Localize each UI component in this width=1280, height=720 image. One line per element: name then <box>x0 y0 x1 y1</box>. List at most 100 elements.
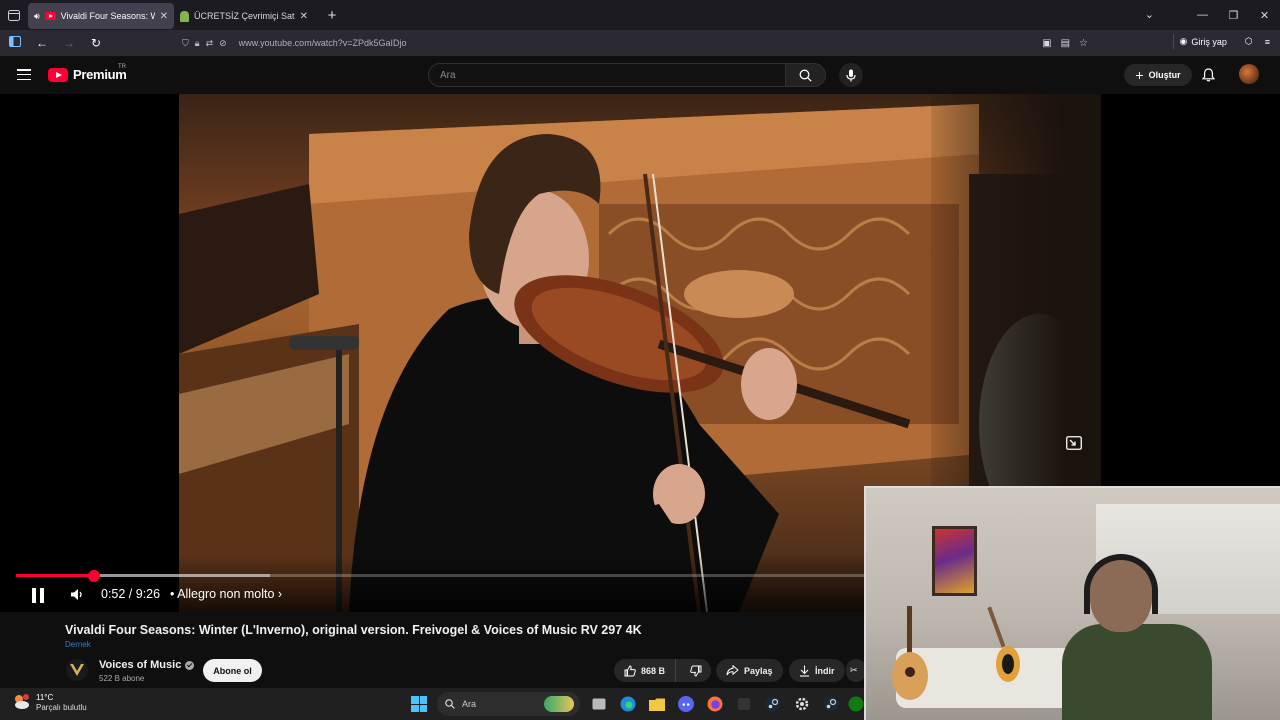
like-dislike-group: 868 B <box>614 659 711 682</box>
thumbs-down-icon <box>690 665 702 677</box>
video-title: Vivaldi Four Seasons: Winter (L'Inverno)… <box>65 623 642 637</box>
windows-taskbar: 11°C Parçalı bulutlu Ara <box>0 688 864 720</box>
channel-avatar[interactable] <box>66 659 88 681</box>
volume-icon[interactable] <box>70 588 84 606</box>
streamer-image <box>1062 554 1212 720</box>
subscriber-count: 522 B abone <box>99 674 145 683</box>
weather-condition: Parçalı bulutlu <box>36 703 87 712</box>
steam-icon-2[interactable] <box>821 694 841 714</box>
hamburger-menu-icon[interactable] <box>17 69 31 81</box>
plus-icon: + <box>1135 67 1144 83</box>
search-highlight-icon <box>544 696 574 712</box>
autoplay-blocked-icon[interactable]: ⊘ <box>219 38 227 49</box>
share-button[interactable]: Paylaş <box>716 659 783 682</box>
chess-favicon-icon <box>180 10 189 22</box>
tab-title: Vivaldi Four Seasons: Winte <box>60 11 155 21</box>
extensions-icon[interactable]: ⬡ <box>1245 36 1253 47</box>
like-button[interactable]: 868 B <box>614 659 676 682</box>
verified-badge-icon <box>185 660 195 670</box>
progress-bar[interactable] <box>16 569 864 582</box>
played-bar <box>16 574 95 577</box>
account-icon: ◉ <box>1179 36 1188 46</box>
steam-icon[interactable] <box>763 694 783 714</box>
search-input[interactable] <box>429 64 785 86</box>
dislike-button[interactable] <box>681 659 711 682</box>
channel-category-badge: Dernek <box>65 640 91 649</box>
webcam-overlay <box>864 486 1280 720</box>
browser-nav-bar: ← → ↻ ⛉ 🔒︎ ⇄ ⊘ www.youtube.com/watch?v=Z… <box>0 30 1280 56</box>
edge-browser-icon[interactable] <box>618 694 638 714</box>
scrubber-handle[interactable] <box>88 569 101 582</box>
firefox-icon[interactable] <box>705 694 725 714</box>
voice-search-button[interactable] <box>839 63 863 87</box>
browser-tab-youtube[interactable]: 🔊︎ Vivaldi Four Seasons: Winte ✕ <box>28 3 174 29</box>
microphone-icon <box>846 69 856 81</box>
clip-button[interactable]: ✂︎ <box>846 659 866 682</box>
sidebar-toggle-icon[interactable] <box>3 36 27 50</box>
lock-icon[interactable]: 🔒︎ <box>195 38 200 49</box>
notifications-bell-icon[interactable] <box>1201 68 1216 87</box>
taskbar-search[interactable]: Ara <box>437 692 580 716</box>
webcam-poster <box>932 526 977 596</box>
sign-in-button[interactable]: ◉ Giriş yap <box>1172 34 1233 49</box>
reload-icon[interactable]: ↻ <box>84 36 108 50</box>
search-box[interactable] <box>428 63 786 87</box>
weather-temperature: 11°C <box>36 693 54 702</box>
create-button[interactable]: + Oluştur <box>1124 64 1192 86</box>
chapter-title[interactable]: • Allegro non molto › <box>170 587 282 601</box>
file-explorer-icon[interactable] <box>647 694 667 714</box>
acoustic-guitar-image <box>892 606 928 700</box>
youtube-favicon-icon <box>44 12 56 20</box>
channel-name[interactable]: Voices of Music <box>99 659 195 671</box>
weather-widget[interactable]: 11°C Parçalı bulutlu <box>12 693 87 713</box>
bookmark-star-icon[interactable]: ☆ <box>1079 38 1088 49</box>
channel-name-text[interactable]: Voices of Music <box>99 659 181 671</box>
permissions-icon[interactable]: ⇄ <box>206 38 214 49</box>
tab-audio-icon[interactable]: 🔊︎ <box>34 11 40 22</box>
sign-in-label: Giriş yap <box>1191 36 1227 47</box>
pause-icon[interactable] <box>32 588 46 603</box>
url-text[interactable]: www.youtube.com/watch?v=ZPdk5GaIDjo <box>239 38 407 48</box>
time-display: 0:52 / 9:26 <box>101 587 161 601</box>
close-tab-icon[interactable]: ✕ <box>160 11 168 22</box>
download-label: İndir <box>815 665 835 676</box>
chevron-down-icon[interactable]: ⌄ <box>1145 8 1154 21</box>
picture-in-picture-icon[interactable]: ▣ <box>1042 38 1051 49</box>
forward-icon[interactable]: → <box>57 36 81 50</box>
discord-icon[interactable] <box>676 694 696 714</box>
windows-start-icon[interactable] <box>411 696 427 712</box>
menu-icon[interactable]: ≡ <box>1265 37 1270 47</box>
create-label: Oluştur <box>1148 70 1181 80</box>
back-icon[interactable]: ← <box>30 36 54 50</box>
minimize-icon[interactable]: — <box>1187 9 1218 21</box>
like-count: 868 B <box>641 665 666 676</box>
youtube-header: Premium TR + Oluştur <box>0 56 1280 94</box>
close-window-icon[interactable]: ✕ <box>1249 9 1280 22</box>
restore-icon[interactable]: ❐ <box>1218 9 1249 22</box>
taskbar-search-label: Ara <box>462 699 477 709</box>
browser-tab-strip: 🔊︎ Vivaldi Four Seasons: Winte ✕ ÜCRETSİ… <box>0 0 1280 30</box>
search-button[interactable] <box>786 63 826 87</box>
electric-guitar-image <box>987 606 1020 682</box>
share-icon <box>726 665 739 676</box>
app-icon[interactable] <box>734 694 754 714</box>
user-avatar[interactable] <box>1239 64 1259 84</box>
shield-icon[interactable]: ⛉ <box>182 38 189 49</box>
youtube-premium-logo[interactable]: Premium TR <box>48 64 127 82</box>
browser-tab-chess[interactable]: ÜCRETSİZ Çevrimiçi Satranç Oy ✕ <box>174 3 314 29</box>
subscribe-button[interactable]: Abone ol <box>203 659 262 682</box>
close-tab-icon[interactable]: ✕ <box>300 11 308 22</box>
miniplayer-icon[interactable] <box>1066 436 1082 455</box>
new-tab-button[interactable]: + <box>320 7 344 24</box>
xbox-icon[interactable] <box>846 694 866 714</box>
task-view-icon[interactable] <box>589 694 609 714</box>
tab-list-icon[interactable] <box>0 0 28 30</box>
download-button[interactable]: İndir <box>789 659 845 682</box>
url-bar[interactable]: ⛉ 🔒︎ ⇄ ⊘ www.youtube.com/watch?v=ZPdk5Ga… <box>176 33 1096 53</box>
youtube-play-logo-icon <box>48 67 68 82</box>
search-icon <box>799 69 812 82</box>
reader-view-icon[interactable]: ▤ <box>1061 38 1070 49</box>
download-icon <box>800 665 809 677</box>
settings-gear-icon[interactable] <box>792 694 812 714</box>
tab-title: ÜCRETSİZ Çevrimiçi Satranç Oy <box>194 11 295 21</box>
